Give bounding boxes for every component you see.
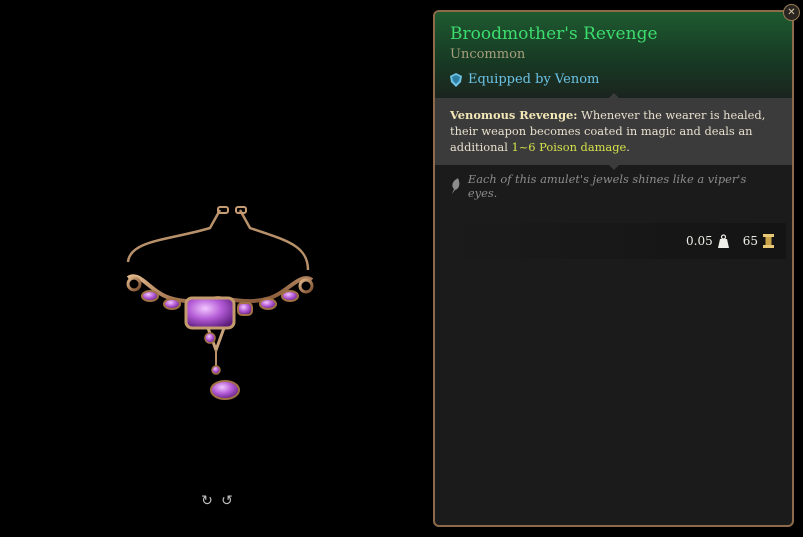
gold-value: 65	[742, 234, 758, 248]
rotate-left-icon[interactable]: ↻	[200, 493, 214, 509]
flavor-text-row: Each of this amulet's jewels shines like…	[435, 165, 792, 207]
equipped-by: Equipped by Venom	[450, 72, 792, 87]
passive-name: Venomous Revenge:	[450, 108, 578, 122]
tooltip-header: Broodmother's Revenge Uncommon Equipped …	[435, 12, 792, 98]
quill-icon	[451, 178, 460, 194]
passive-description: Venomous Revenge: Whenever the wearer is…	[435, 98, 792, 170]
gold-coin-icon	[763, 234, 774, 248]
flavor-text: Each of this amulet's jewels shines like…	[467, 172, 747, 200]
close-button[interactable]: ✕	[783, 4, 800, 21]
value-stat: 65	[743, 234, 774, 248]
rotate-right-icon[interactable]: ↺	[220, 493, 234, 509]
passive-damage: 1~6 Poison damage	[511, 140, 627, 154]
item-preview[interactable]: ↻ ↺	[0, 0, 430, 537]
item-title: Broodmother's Revenge	[450, 24, 658, 44]
item-stats: 0.05 65	[441, 223, 786, 259]
item-rarity: Uncommon	[450, 47, 526, 62]
passive-notch	[609, 165, 619, 170]
weight-stat: 0.05	[686, 234, 729, 248]
item-tooltip: Broodmother's Revenge Uncommon Equipped …	[433, 10, 794, 527]
rotate-controls: ↻ ↺	[200, 493, 234, 509]
weight-icon	[717, 234, 729, 248]
amulet-image	[126, 206, 314, 400]
weight-value: 0.05	[686, 234, 713, 248]
passive-text-after: .	[626, 140, 630, 154]
armor-icon	[450, 72, 462, 87]
equipped-by-label: Equipped by Venom	[468, 72, 600, 87]
